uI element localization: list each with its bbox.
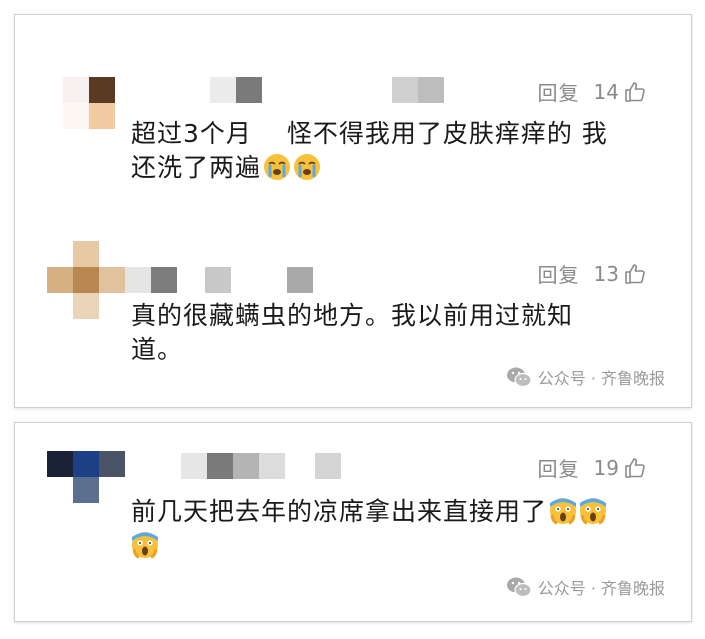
comment-text-line: 前几天把去年的凉席拿出来直接用了 — [131, 495, 651, 529]
crying-face-icon — [264, 154, 291, 180]
like-button[interactable]: 13 — [594, 262, 647, 286]
reply-button[interactable]: 回复 — [538, 453, 580, 482]
comment-text: 前几天把去年的凉席拿出来直接用了 — [131, 495, 651, 563]
screaming-face-icon — [550, 498, 577, 525]
like-button[interactable]: 14 — [594, 80, 647, 104]
comment-meta: 回复 14 — [538, 77, 647, 106]
comment-text-line: 道。 — [131, 335, 184, 364]
comment-text: 真的很藏螨虫的地方。我以前用过就知 道。 — [131, 299, 651, 367]
comment-text: 超过3个月 怪不得我用了皮肤痒痒的 我 还洗了两遍 — [131, 117, 651, 185]
screaming-face-icon — [580, 498, 607, 525]
wechat-icon — [506, 577, 532, 598]
like-count: 13 — [593, 261, 619, 286]
wechat-icon — [506, 367, 532, 388]
like-count: 14 — [593, 79, 619, 104]
comment-meta: 回复 19 — [538, 453, 647, 482]
thumbs-up-icon — [625, 457, 645, 478]
avatar[interactable] — [47, 241, 125, 319]
thumbs-up-icon — [625, 81, 645, 102]
username-blurred[interactable] — [181, 453, 341, 479]
watermark: 公众号 · 齐鲁晚报 — [506, 365, 665, 389]
thumbs-up-icon — [625, 263, 645, 284]
reply-button[interactable]: 回复 — [538, 259, 580, 288]
username-blurred[interactable] — [210, 77, 444, 103]
comment-text-line — [129, 529, 651, 563]
avatar[interactable] — [47, 451, 125, 503]
comment-card-2: 回复 19 前几天把去年的凉席拿出来直接用了 公众号 · 齐鲁晚报 — [14, 422, 692, 622]
reply-button[interactable]: 回复 — [538, 77, 580, 106]
comment-meta: 回复 13 — [538, 259, 647, 288]
username-blurred[interactable] — [125, 267, 313, 293]
comment-card-1: 回复 14 超过3个月 怪不得我用了皮肤痒痒的 我 还洗了两遍 回复 13 真的… — [14, 14, 692, 408]
crying-face-icon — [294, 154, 321, 180]
like-button[interactable]: 19 — [594, 456, 647, 480]
avatar[interactable] — [63, 77, 115, 129]
screaming-face-icon — [132, 532, 158, 559]
comment-text-line: 还洗了两遍 — [131, 151, 651, 185]
watermark: 公众号 · 齐鲁晚报 — [506, 575, 665, 599]
like-count: 19 — [593, 455, 619, 480]
comment-text-line: 真的很藏螨虫的地方。我以前用过就知 — [131, 301, 574, 330]
watermark-text: 公众号 · 齐鲁晚报 — [537, 369, 665, 388]
watermark-text: 公众号 · 齐鲁晚报 — [537, 579, 665, 598]
comment-text-line: 超过3个月 怪不得我用了皮肤痒痒的 我 — [131, 119, 608, 148]
